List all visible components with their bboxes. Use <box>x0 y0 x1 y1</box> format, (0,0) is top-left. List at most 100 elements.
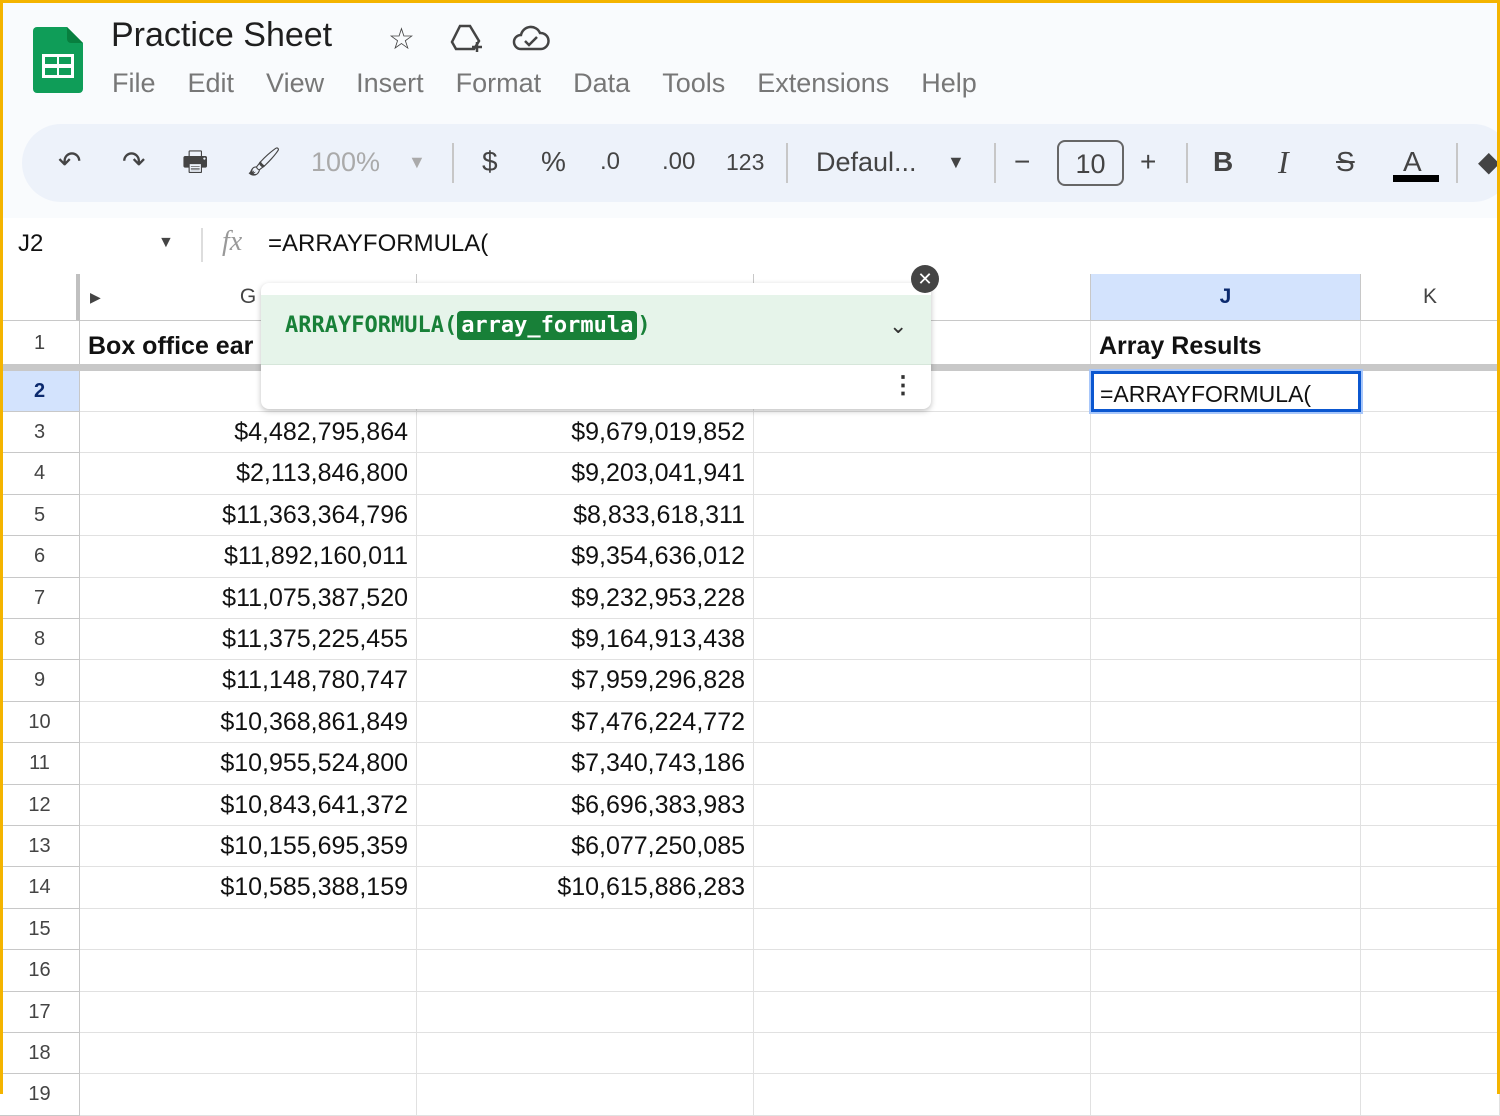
row-header[interactable]: 13 <box>0 826 80 868</box>
row-header[interactable]: 6 <box>0 536 80 578</box>
cell[interactable] <box>1091 867 1361 909</box>
increase-font-size-button[interactable]: + <box>1140 140 1156 184</box>
currency-button[interactable]: $ <box>482 140 498 184</box>
cell[interactable] <box>1091 826 1361 868</box>
cell[interactable] <box>1361 1074 1500 1116</box>
hint-header[interactable]: ARRAYFORMULA(array_formula) ⌄ <box>261 295 931 365</box>
cell[interactable] <box>1091 991 1361 1033</box>
cell[interactable]: $7,476,224,772 <box>417 701 754 744</box>
cell[interactable] <box>754 619 1091 661</box>
row-header[interactable]: 2 <box>0 371 80 412</box>
cell[interactable] <box>1361 784 1500 826</box>
cell[interactable] <box>754 536 1091 578</box>
menu-edit[interactable]: Edit <box>188 68 235 99</box>
fill-color-icon[interactable]: ◆ <box>1478 140 1500 184</box>
menu-tools[interactable]: Tools <box>662 68 725 99</box>
cell[interactable] <box>1361 453 1500 495</box>
more-options-icon[interactable]: ⋮ <box>891 371 915 400</box>
cell[interactable] <box>1091 950 1361 992</box>
zoom-select[interactable]: 100% <box>311 140 380 184</box>
cell[interactable]: $8,833,618,311 <box>417 494 754 537</box>
cell[interactable]: $9,354,636,012 <box>417 536 754 578</box>
cell[interactable] <box>1361 412 1500 454</box>
cell[interactable] <box>754 412 1091 454</box>
cell[interactable] <box>754 1033 1091 1075</box>
italic-button[interactable]: I <box>1278 140 1289 184</box>
font-size-input[interactable]: 10 <box>1057 140 1124 186</box>
strikethrough-button[interactable]: S <box>1336 140 1355 184</box>
row-header[interactable]: 10 <box>0 701 80 744</box>
cell[interactable]: $9,164,913,438 <box>417 619 754 661</box>
decrease-decimal-button[interactable]: .0 <box>600 140 620 184</box>
row-header[interactable]: 12 <box>0 784 80 826</box>
row-header[interactable]: 11 <box>0 743 80 785</box>
cell[interactable]: $10,155,695,359 <box>80 826 417 868</box>
cell[interactable] <box>1361 660 1500 702</box>
star-icon[interactable]: ☆ <box>388 22 415 57</box>
cell[interactable] <box>1361 536 1500 578</box>
cell[interactable] <box>80 991 417 1033</box>
cell[interactable]: $6,696,383,983 <box>417 784 754 826</box>
cell[interactable] <box>1091 784 1361 826</box>
bold-button[interactable]: B <box>1213 140 1233 184</box>
row-header[interactable]: 18 <box>0 1033 80 1075</box>
row-header[interactable]: 17 <box>0 991 80 1033</box>
cell[interactable] <box>1361 991 1500 1033</box>
cell[interactable] <box>1091 1074 1361 1116</box>
cell[interactable] <box>754 784 1091 826</box>
decrease-font-size-button[interactable]: − <box>1014 140 1030 184</box>
menu-extensions[interactable]: Extensions <box>757 68 889 99</box>
cell[interactable]: $10,615,886,283 <box>417 867 754 909</box>
cell[interactable]: $10,368,861,849 <box>80 701 417 744</box>
paint-format-icon[interactable]: 🖌 <box>246 140 282 184</box>
number-format-button[interactable]: 123 <box>726 140 764 184</box>
percent-button[interactable]: % <box>541 140 566 184</box>
row-header[interactable]: 7 <box>0 577 80 619</box>
cell[interactable] <box>1361 619 1500 661</box>
cell[interactable] <box>754 660 1091 702</box>
cell[interactable] <box>754 743 1091 785</box>
close-icon[interactable]: ✕ <box>911 265 939 293</box>
cell[interactable] <box>417 991 754 1033</box>
active-cell-editor[interactable]: =ARRAYFORMULA( <box>1091 371 1361 412</box>
cell[interactable] <box>754 1074 1091 1116</box>
cell[interactable]: $4,482,795,864 <box>80 412 417 454</box>
select-all-corner[interactable] <box>0 274 80 321</box>
print-icon[interactable]: 🖶 <box>182 140 208 184</box>
menu-file[interactable]: File <box>112 68 156 99</box>
chevron-down-icon[interactable]: ▼ <box>158 234 174 252</box>
cell[interactable] <box>1091 494 1361 537</box>
column-header-j[interactable]: J <box>1091 274 1361 321</box>
cell[interactable]: $11,375,225,455 <box>80 619 417 661</box>
cell[interactable] <box>754 950 1091 992</box>
expand-icon[interactable]: ▶ <box>90 274 101 320</box>
menu-format[interactable]: Format <box>456 68 542 99</box>
cell[interactable] <box>1091 1033 1361 1075</box>
menu-insert[interactable]: Insert <box>356 68 424 99</box>
formula-input[interactable]: =ARRAYFORMULA( <box>268 230 488 258</box>
increase-decimal-button[interactable]: .00 <box>662 140 695 184</box>
cell[interactable] <box>1361 950 1500 992</box>
cell[interactable] <box>754 577 1091 619</box>
chevron-down-icon[interactable]: ▼ <box>947 140 965 184</box>
cell[interactable] <box>1361 494 1500 537</box>
cell[interactable] <box>754 701 1091 744</box>
drive-add-icon[interactable] <box>450 22 486 54</box>
row-header[interactable]: 19 <box>0 1074 80 1116</box>
cell[interactable]: $9,203,041,941 <box>417 453 754 495</box>
cell[interactable] <box>417 1033 754 1075</box>
cell[interactable] <box>1091 619 1361 661</box>
cloud-saved-icon[interactable] <box>512 24 550 52</box>
row-header[interactable]: 5 <box>0 494 80 537</box>
document-title[interactable]: Practice Sheet <box>111 16 332 55</box>
cell[interactable] <box>80 950 417 992</box>
cell[interactable] <box>1361 867 1500 909</box>
font-select[interactable]: Defaul... <box>816 140 917 184</box>
cell[interactable] <box>417 908 754 951</box>
cell[interactable] <box>1091 536 1361 578</box>
cell[interactable] <box>754 494 1091 537</box>
cell[interactable] <box>1361 1033 1500 1075</box>
cell[interactable] <box>1091 453 1361 495</box>
row-header[interactable]: 9 <box>0 660 80 702</box>
cell[interactable] <box>80 1074 417 1116</box>
